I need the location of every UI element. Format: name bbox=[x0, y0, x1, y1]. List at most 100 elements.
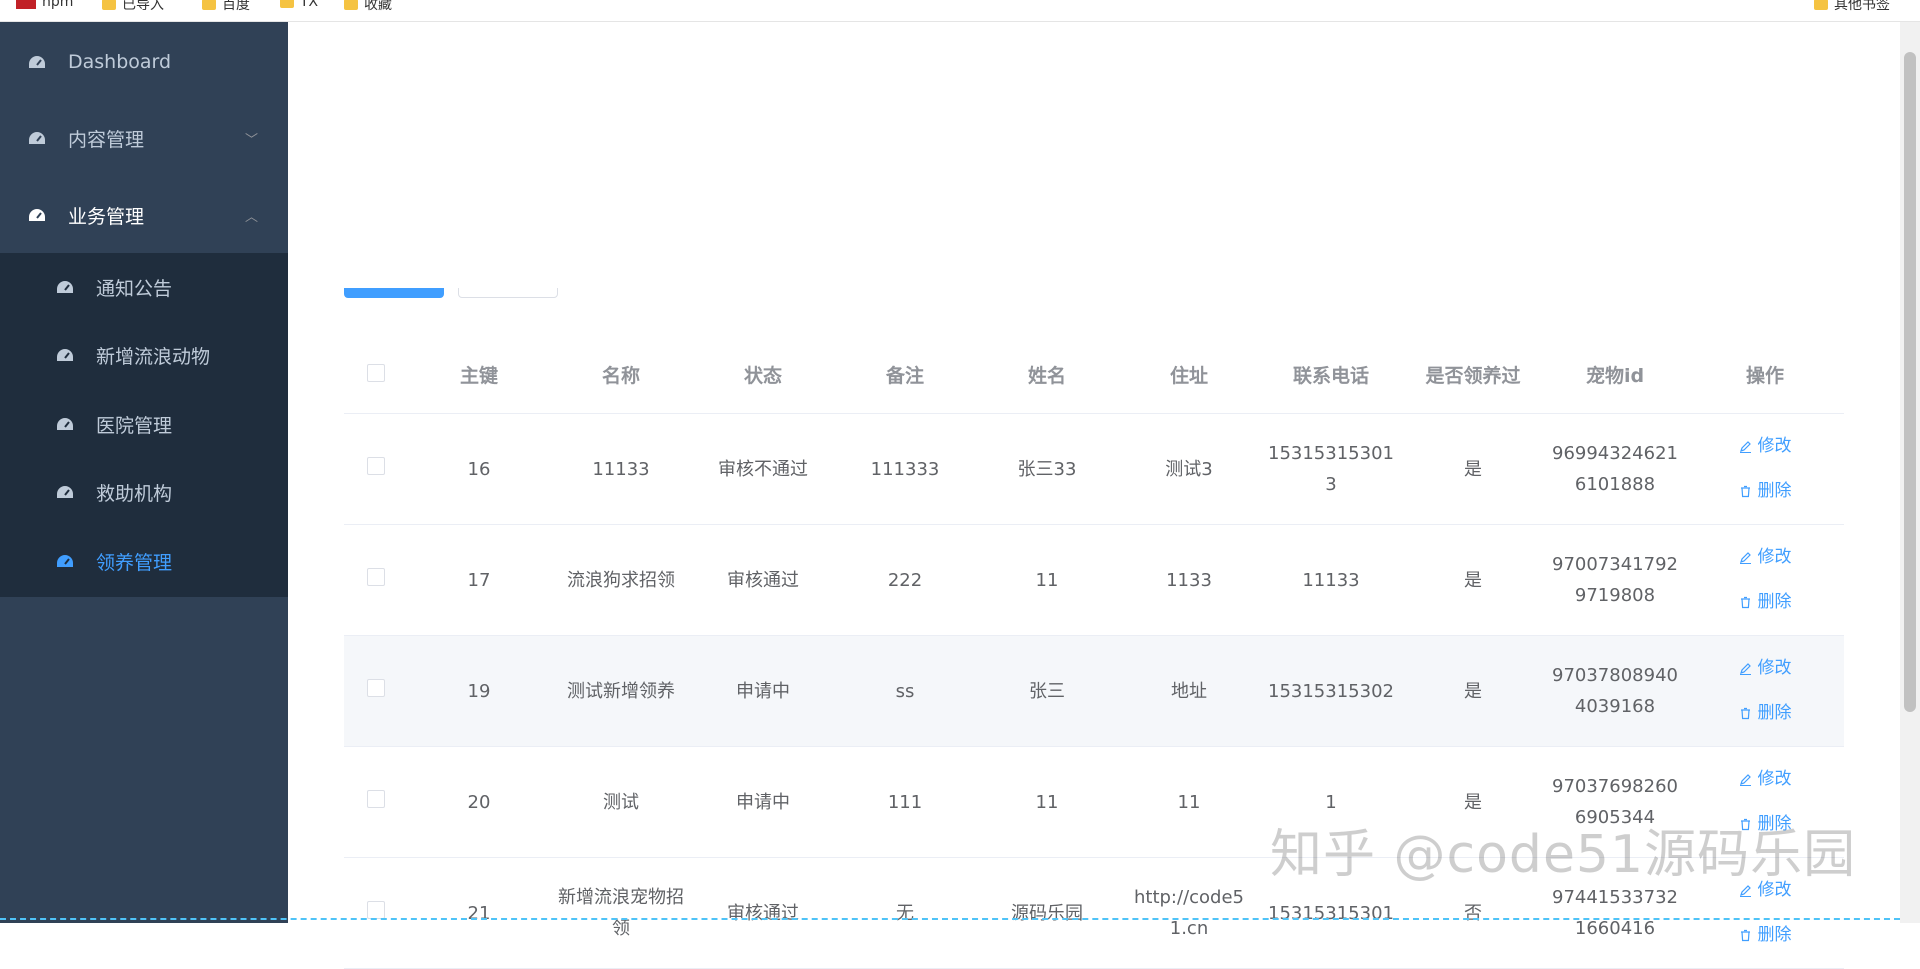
watermark: 知乎 @code51源码乐园 bbox=[1270, 825, 1857, 885]
cell-status: 审核通过 bbox=[727, 902, 799, 924]
cell-addr: 测试3 bbox=[1165, 458, 1213, 480]
trash-icon bbox=[1740, 929, 1750, 942]
bookmark-npm[interactable]: npm bbox=[16, 0, 73, 10]
dashboard-icon bbox=[29, 209, 45, 221]
vertical-scrollbar[interactable] bbox=[1900, 22, 1920, 923]
row-checkbox[interactable] bbox=[367, 900, 385, 919]
row-checkbox[interactable] bbox=[367, 456, 385, 475]
folder-icon bbox=[202, 0, 216, 10]
cell-addr: 地址 bbox=[1171, 680, 1207, 702]
cell-note: ss bbox=[895, 680, 915, 702]
cell-status: 申请中 bbox=[736, 791, 790, 813]
dashed-divider bbox=[0, 918, 1900, 920]
sidebar-item-hospital[interactable]: 医院管理 bbox=[0, 390, 288, 458]
delete-button[interactable]: 删除 bbox=[1739, 920, 1792, 951]
sidebar: Dashboard 内容管理 ﹀ 业务管理 ︿ 通知公告 新增流浪动物 医院管理… bbox=[0, 22, 288, 923]
cell-note: 222 bbox=[887, 569, 923, 591]
cell-note: 无 bbox=[896, 902, 914, 924]
bookmark-baidu[interactable]: 百度 bbox=[202, 0, 250, 14]
menu-dashboard-label: Dashboard bbox=[68, 51, 172, 73]
clip-area bbox=[328, 222, 628, 288]
edit-icon bbox=[1739, 441, 1751, 453]
npm-icon bbox=[16, 0, 36, 9]
sidebar-item-new-stray[interactable]: 新增流浪动物 bbox=[0, 321, 288, 389]
cell-pet_id: 970073417929719808 bbox=[1552, 554, 1678, 606]
cell-note: 111333 bbox=[870, 458, 940, 480]
cell-id: 21 bbox=[467, 902, 491, 924]
cell-id: 20 bbox=[467, 791, 491, 813]
cell-id: 17 bbox=[467, 569, 491, 591]
cell-person: 张三33 bbox=[1017, 458, 1077, 480]
cell-name: 新增流浪宠物招领 bbox=[558, 887, 684, 939]
cell-person: 11 bbox=[1035, 569, 1059, 591]
cell-pet_id: 970378089404039168 bbox=[1552, 665, 1678, 717]
cell-adopted: 是 bbox=[1464, 680, 1482, 702]
cell-person: 源码乐园 bbox=[1011, 902, 1083, 924]
folder-icon bbox=[102, 0, 116, 10]
main-content: 搜索 重置 主键 名称 状态 备注 姓名 住址 联系电话 是否领养过 宠物id … bbox=[288, 22, 1900, 969]
sidebar-item-adoption[interactable]: 领养管理 bbox=[0, 527, 288, 595]
edit-icon bbox=[1739, 663, 1751, 675]
bookmarks-bar: npm 已导入 百度 TX 收藏 其他书签 bbox=[0, 0, 1920, 22]
menu-business[interactable]: 业务管理 ︿ bbox=[0, 177, 288, 253]
cell-phone: 153153153013 bbox=[1268, 443, 1394, 495]
menu-content[interactable]: 内容管理 ﹀ bbox=[0, 100, 288, 176]
cell-phone: 15315315301 bbox=[1268, 902, 1394, 924]
cell-phone: 11133 bbox=[1302, 569, 1360, 591]
folder-icon bbox=[1814, 0, 1828, 10]
table-row: 17 流浪狗求招领 审核通过 222 11 1133 11133 是 9700734179297… bbox=[344, 525, 1844, 636]
edit-icon bbox=[1739, 552, 1751, 564]
cell-status: 申请中 bbox=[736, 680, 790, 702]
row-checkbox[interactable] bbox=[367, 567, 385, 586]
cell-adopted: 否 bbox=[1464, 902, 1482, 924]
cell-name: 11133 bbox=[592, 458, 650, 480]
row-checkbox[interactable] bbox=[367, 789, 385, 808]
edit-button[interactable]: 修改 bbox=[1739, 653, 1792, 684]
cell-status: 审核不通过 bbox=[718, 458, 808, 480]
sidebar-item-rescue[interactable]: 救助机构 bbox=[0, 458, 288, 526]
bookmark-tx[interactable]: TX bbox=[280, 0, 318, 10]
dashboard-icon bbox=[57, 418, 73, 430]
menu-dashboard[interactable]: Dashboard bbox=[0, 24, 288, 100]
delete-button[interactable]: 删除 bbox=[1739, 476, 1792, 507]
bookmark-other[interactable]: 其他书签 bbox=[1814, 0, 1890, 14]
row-checkbox[interactable] bbox=[367, 678, 385, 697]
submenu-business: 通知公告 新增流浪动物 医院管理 救助机构 领养管理 bbox=[0, 253, 288, 597]
cell-person: 张三 bbox=[1029, 680, 1065, 702]
cell-id: 16 bbox=[467, 458, 491, 480]
table-header: 主键 名称 状态 备注 姓名 住址 联系电话 是否领养过 宠物id 操作 bbox=[344, 340, 1844, 414]
cell-pet_id: 974415337321660416 bbox=[1552, 887, 1678, 939]
delete-button[interactable]: 删除 bbox=[1739, 698, 1792, 729]
trash-icon bbox=[1740, 596, 1750, 609]
cell-phone: 15315315302 bbox=[1268, 680, 1394, 702]
folder-icon bbox=[344, 0, 358, 10]
cell-name: 测试新增领养 bbox=[567, 680, 675, 702]
folder-icon bbox=[280, 0, 294, 8]
cell-addr: http://code51.cn bbox=[1133, 887, 1244, 939]
dashboard-icon bbox=[29, 132, 45, 144]
edit-button[interactable]: 修改 bbox=[1739, 431, 1792, 462]
dashboard-icon bbox=[57, 486, 73, 498]
cell-name: 流浪狗求招领 bbox=[567, 569, 675, 591]
edit-button[interactable]: 修改 bbox=[1739, 764, 1792, 795]
dashboard-icon bbox=[29, 56, 45, 68]
menu-business-label: 业务管理 bbox=[68, 205, 145, 228]
edit-button[interactable]: 修改 bbox=[1739, 542, 1792, 573]
select-all-checkbox[interactable] bbox=[367, 364, 385, 382]
bookmark-imported[interactable]: 已导入 bbox=[102, 0, 164, 14]
scrollbar-thumb[interactable] bbox=[1904, 52, 1916, 712]
cell-adopted: 是 bbox=[1464, 569, 1482, 591]
cell-person: 11 bbox=[1035, 791, 1059, 813]
cell-addr: 11 bbox=[1177, 791, 1201, 813]
chevron-up-icon: ︿ bbox=[244, 209, 258, 225]
menu-content-label: 内容管理 bbox=[68, 128, 145, 151]
sidebar-item-notice[interactable]: 通知公告 bbox=[0, 253, 288, 321]
trash-icon bbox=[1740, 485, 1750, 498]
dashboard-icon bbox=[57, 281, 73, 293]
bookmark-favorites[interactable]: 收藏 bbox=[344, 0, 392, 14]
cell-status: 审核通过 bbox=[727, 569, 799, 591]
cell-note: 111 bbox=[887, 791, 923, 813]
trash-icon bbox=[1740, 707, 1750, 720]
delete-button[interactable]: 删除 bbox=[1739, 587, 1792, 618]
cell-adopted: 是 bbox=[1464, 458, 1482, 480]
